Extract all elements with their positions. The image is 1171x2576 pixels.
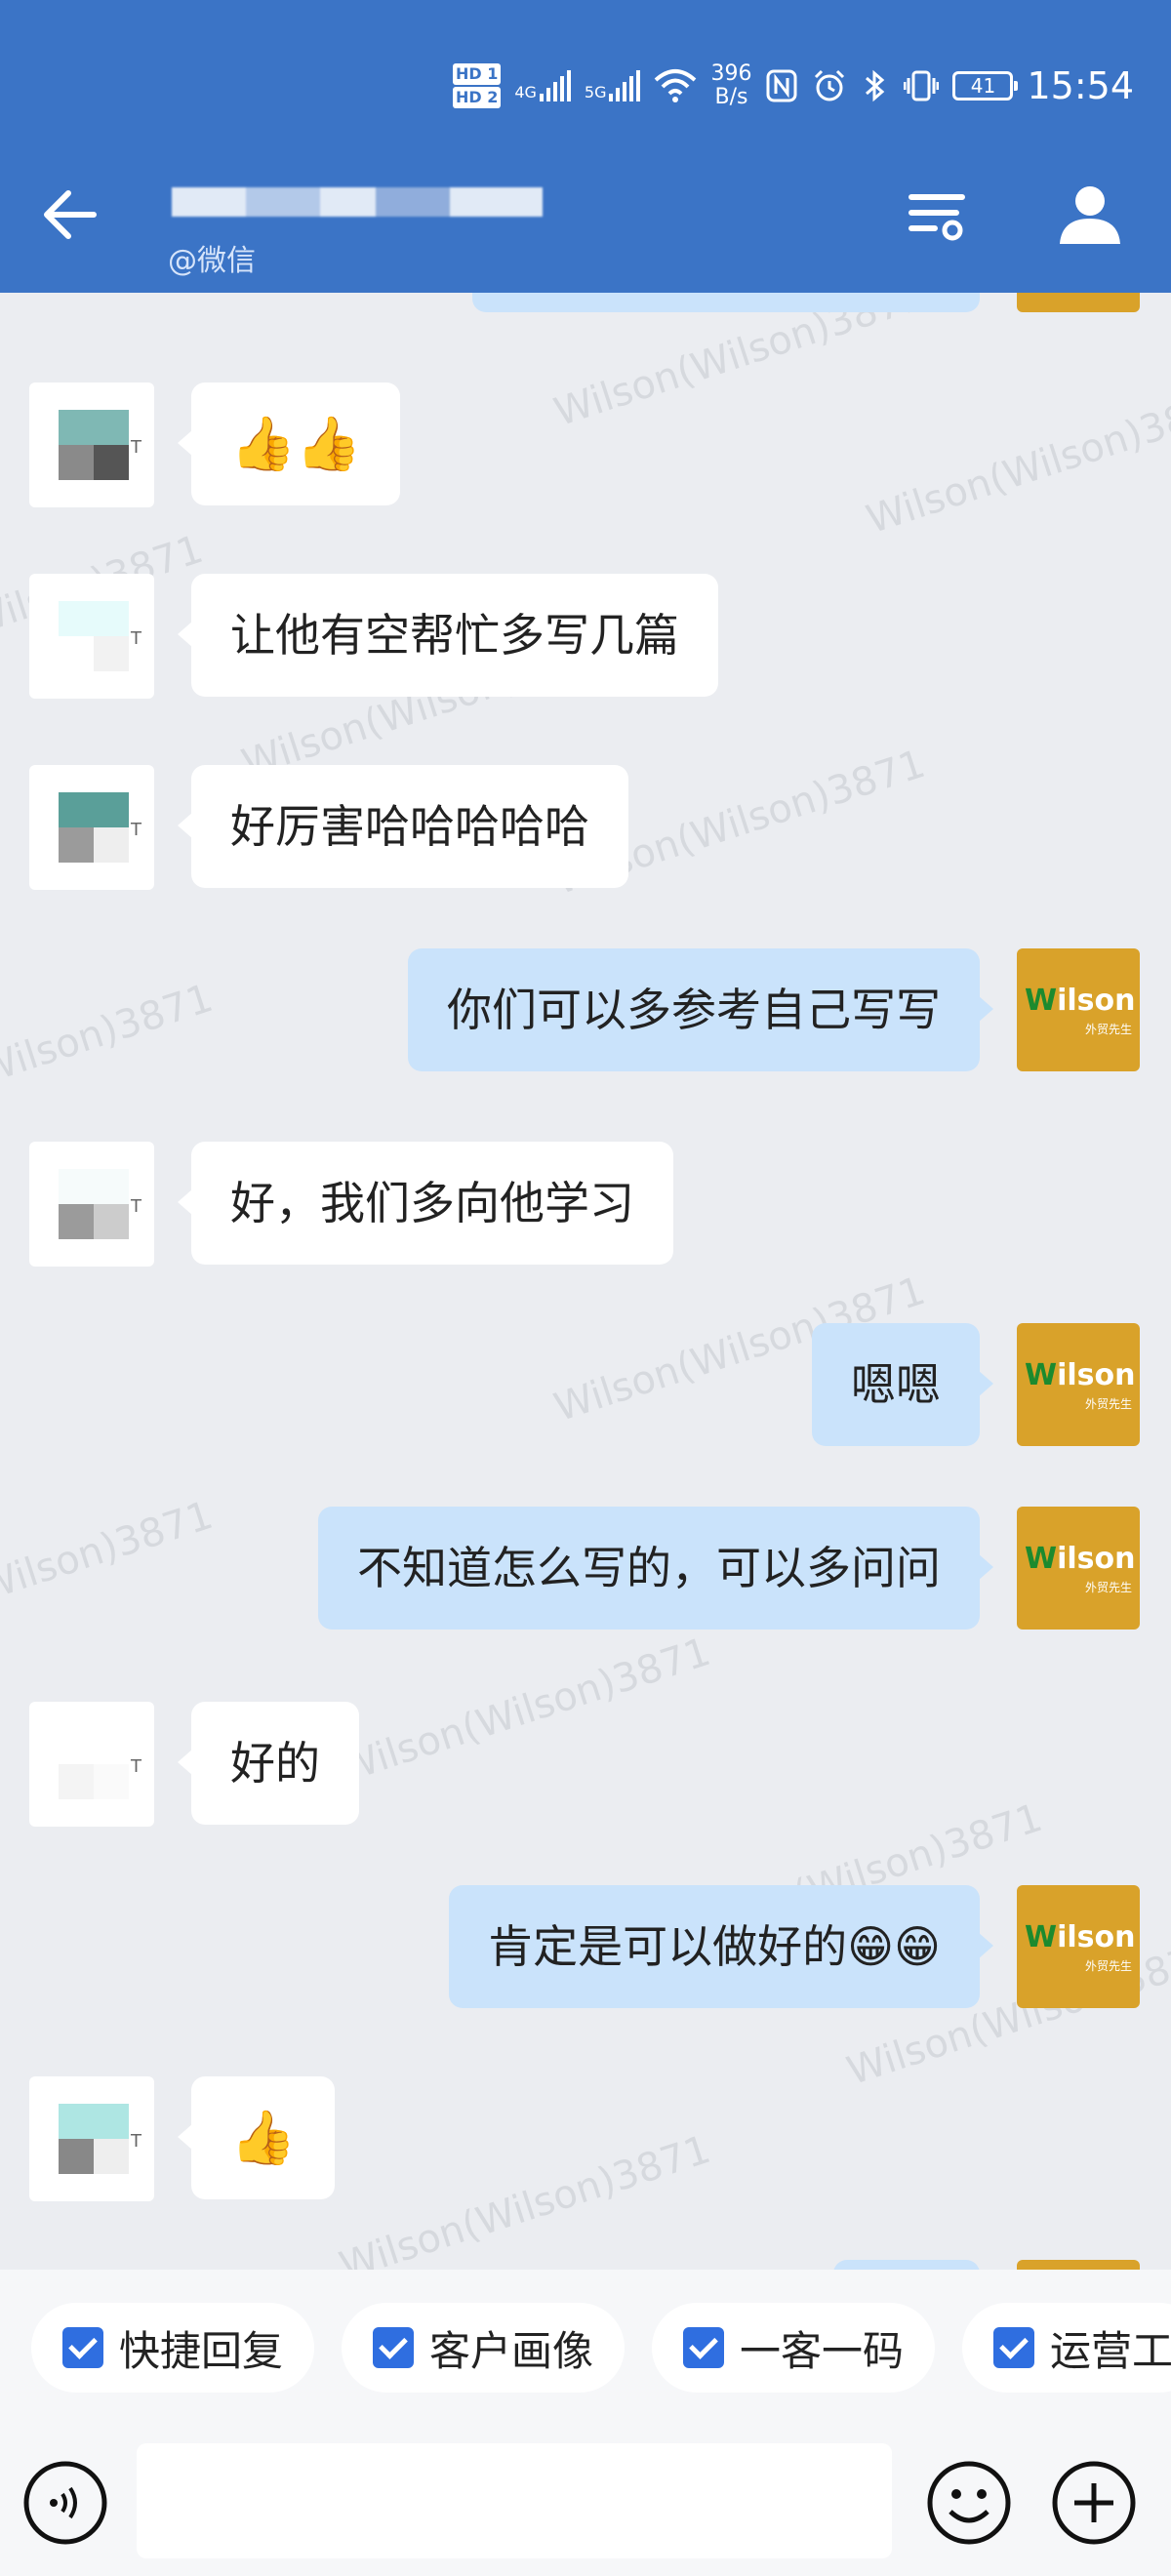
operations-chip[interactable]: 运营工 <box>962 2303 1171 2393</box>
chat-title: @微信 <box>166 166 576 278</box>
one-customer-one-code-chip[interactable]: 一客一码 <box>652 2303 936 2393</box>
chat-subtitle: @微信 <box>168 244 256 278</box>
message-bubble[interactable]: 你们可以多参考自己写写 <box>408 948 993 1071</box>
chip-label: 快捷回复 <box>119 2326 284 2375</box>
checkbox-icon <box>62 2327 103 2368</box>
watermark: Wilson(Wilson)3871 <box>548 293 931 436</box>
signal-2: 5G <box>585 70 641 101</box>
clock: 15:54 <box>1027 64 1134 107</box>
alarm-icon <box>815 69 845 101</box>
avatar-contact[interactable]: T <box>29 765 154 890</box>
battery-level: 41 <box>970 74 996 98</box>
message-bubble[interactable]: 嗯嗯 <box>812 1323 993 1446</box>
nav-bar: @微信 <box>0 156 1171 278</box>
avatar-contact[interactable]: T <box>29 2076 154 2201</box>
avatar-contact[interactable]: T <box>29 1142 154 1267</box>
avatar-self[interactable]: Wilson 外贸先生 <box>1017 1885 1140 2008</box>
speed-value: 396 <box>710 61 752 86</box>
avatar-contact[interactable]: T <box>29 574 154 699</box>
message-bubble[interactable]: 让他有空帮忙多写几篇 <box>178 574 718 697</box>
watermark: Wilson(Wilson)3871 <box>861 380 1171 543</box>
watermark: Wilson(Wilson)3871 <box>0 1492 219 1656</box>
battery-icon: 41 <box>952 71 1019 101</box>
user-profile-icon[interactable] <box>1056 180 1124 248</box>
message-bubble[interactable]: 好厉害哈哈哈哈哈 <box>178 765 628 888</box>
chat-area[interactable]: Wilson(Wilson)3871 Wilson(Wilson)3871 Wi… <box>0 293 1171 2270</box>
back-arrow-icon[interactable] <box>39 183 101 246</box>
avatar-self[interactable]: Wilson 外贸先生 <box>1017 1507 1140 1630</box>
bluetooth-icon <box>866 69 885 102</box>
watermark: Wilson(Wilson)3871 <box>334 2126 716 2270</box>
avatar-self[interactable] <box>1017 293 1140 312</box>
customer-profile-chip[interactable]: 客户画像 <box>342 2303 626 2393</box>
watermark: Wilson(Wilson)3871 <box>0 975 219 1139</box>
signal-bars-icon <box>609 70 641 101</box>
message-bubble[interactable]: 好的 <box>178 1702 359 1825</box>
avatar-self[interactable]: Wilson 外贸先生 <box>1017 948 1140 1071</box>
nfc-icon <box>766 69 797 102</box>
avatar-self[interactable]: Wilson 外贸先生 <box>1017 1323 1140 1446</box>
message-bubble[interactable]: 👍👍 <box>177 382 401 505</box>
hd2-badge: HD 2 <box>452 87 502 108</box>
message-bubble[interactable]: 好，我们多向他学习 <box>178 1142 673 1265</box>
network-speed: 396 B/s <box>710 62 751 109</box>
network-1-label: 4G <box>514 83 537 101</box>
redacted-title <box>172 187 543 217</box>
quick-reply-chip[interactable]: 快捷回复 <box>31 2303 315 2393</box>
watermark: Wilson(Wilson)3871 <box>334 1629 716 1792</box>
signal-1: 4G <box>514 70 571 101</box>
chip-label: 运营工 <box>1050 2326 1171 2375</box>
chip-label: 一客一码 <box>740 2326 905 2375</box>
message-bubble[interactable]: 不知道怎么写的，可以多问问 <box>318 1507 993 1630</box>
checkbox-icon <box>373 2327 415 2368</box>
signal-bars-icon <box>539 70 571 101</box>
input-bar <box>0 2422 1171 2568</box>
bottom-panel: 快捷回复 客户画像 一客一码 运营工 <box>0 2270 1171 2576</box>
header-bar: HD 1 HD 2 4G 5G 396 B/s 41 15:54 @微信 <box>0 0 1171 293</box>
wifi-icon <box>655 69 697 102</box>
message-bubble[interactable]: 肯定是可以做好的😁😁 <box>449 1885 993 2008</box>
filter-settings-icon[interactable] <box>908 183 966 246</box>
hd-badges: HD 1 HD 2 <box>452 63 502 108</box>
emoji-icon[interactable] <box>925 2459 1013 2547</box>
message-bubble-partial[interactable] <box>472 293 980 312</box>
avatar-contact[interactable]: T <box>29 1702 154 1827</box>
voice-icon[interactable] <box>21 2459 109 2547</box>
chip-label: 客户画像 <box>429 2326 594 2375</box>
checkbox-icon <box>993 2327 1035 2368</box>
message-bubble[interactable]: 👍 <box>177 2076 336 2199</box>
status-bar: HD 1 HD 2 4G 5G 396 B/s 41 15:54 <box>0 57 1171 115</box>
message-bubble-partial[interactable] <box>833 2260 980 2270</box>
avatar-contact[interactable]: T <box>29 382 154 507</box>
plus-icon[interactable] <box>1050 2459 1138 2547</box>
network-2-label: 5G <box>584 83 607 101</box>
checkbox-icon <box>683 2327 725 2368</box>
speed-unit: B/s <box>714 85 748 109</box>
hd1-badge: HD 1 <box>452 63 502 85</box>
vibrate-icon <box>904 70 940 101</box>
quick-action-bar: 快捷回复 客户画像 一客一码 运营工 <box>31 2303 1171 2393</box>
avatar-self[interactable] <box>1017 2260 1140 2270</box>
message-input[interactable] <box>137 2443 892 2558</box>
